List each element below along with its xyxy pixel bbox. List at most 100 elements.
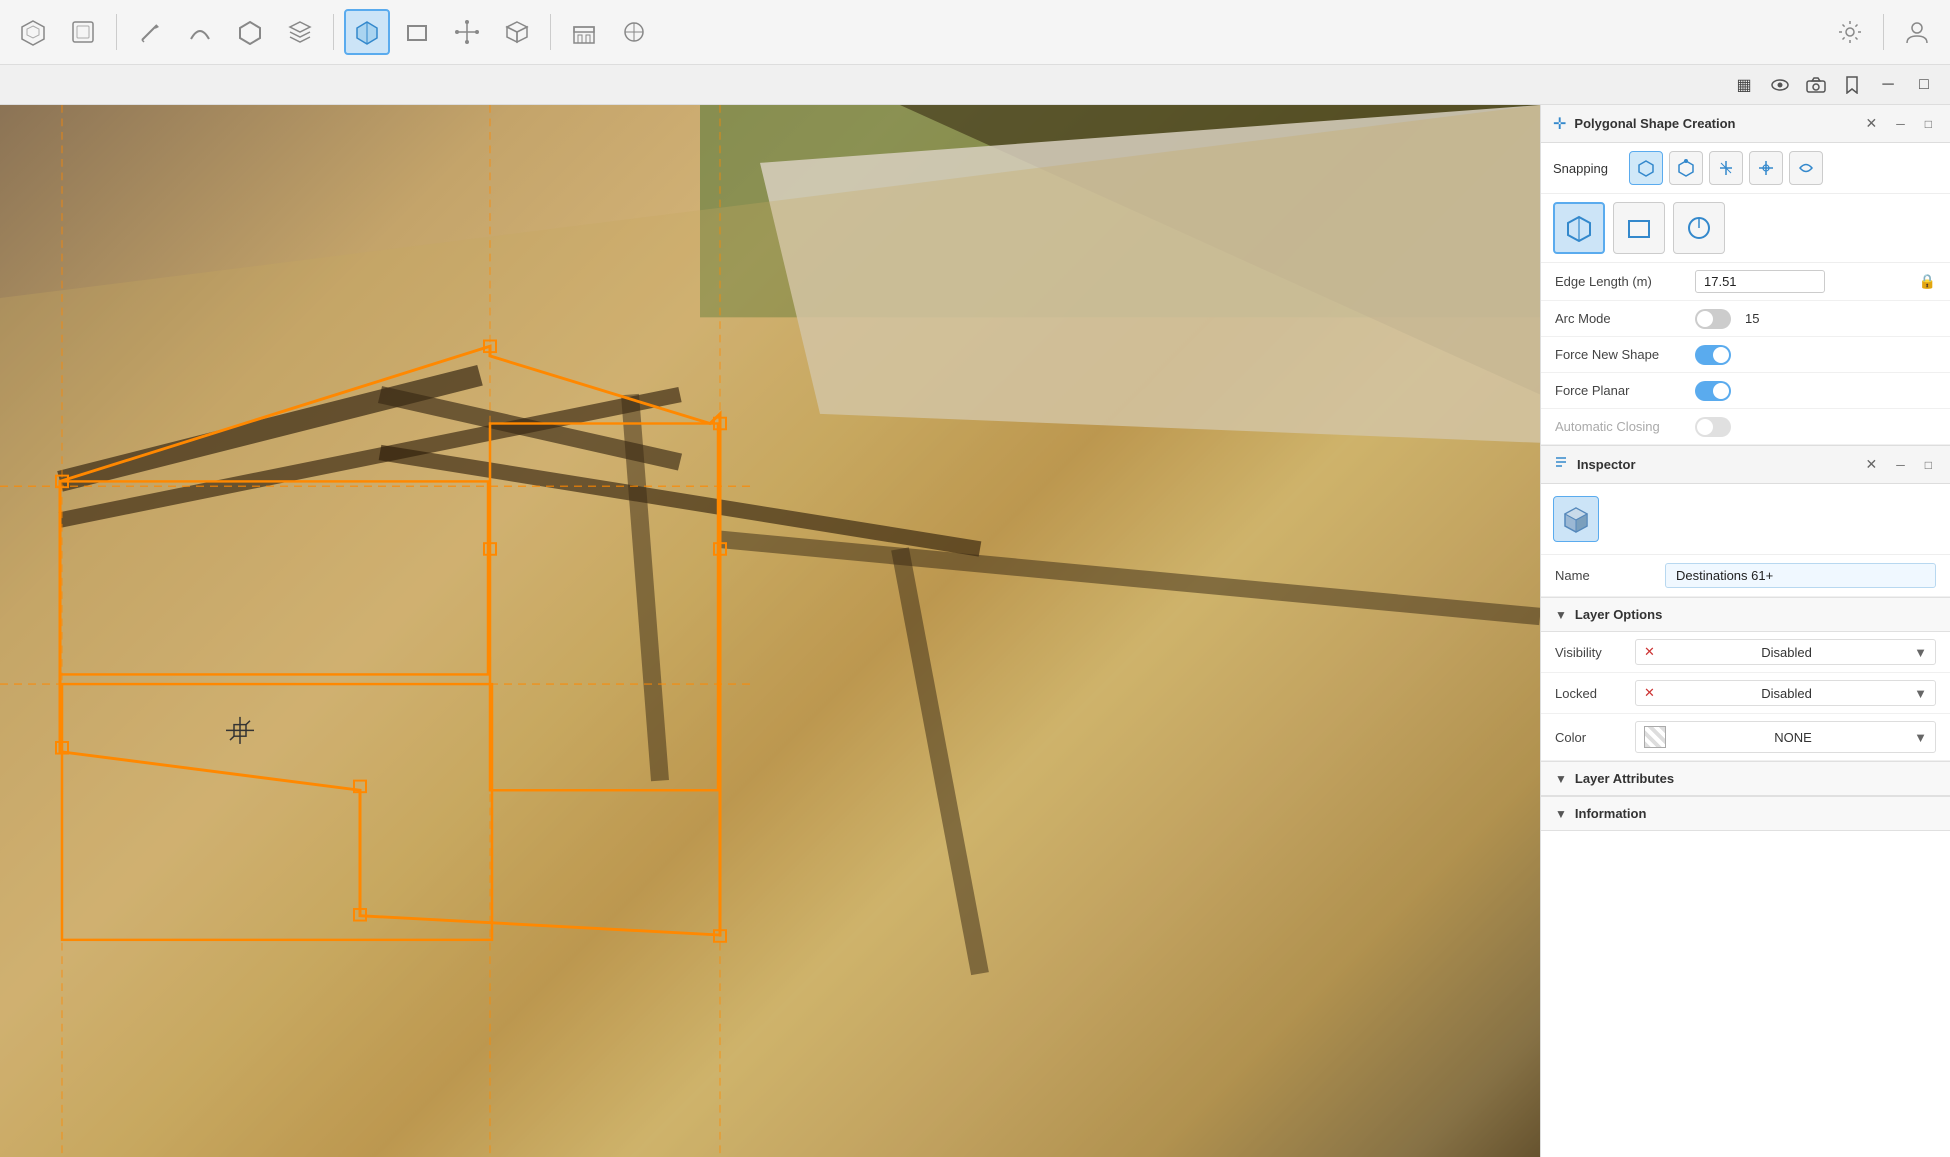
force-planar-toggle[interactable] <box>1695 381 1731 401</box>
name-label: Name <box>1555 568 1655 583</box>
color-swatch <box>1644 726 1666 748</box>
snap-edge-btn[interactable] <box>1669 151 1703 185</box>
locked-value-container: ✕ Disabled ▼ <box>1635 680 1936 706</box>
layer-options-title: Layer Options <box>1575 607 1936 622</box>
vb-stats[interactable]: ▦ <box>1730 71 1758 99</box>
toolbar-btn-user[interactable] <box>1894 9 1940 55</box>
name-value[interactable]: Destinations 61+ <box>1665 563 1936 588</box>
toolbar-btn-extrude[interactable] <box>494 9 540 55</box>
color-value-container: NONE ▼ <box>1635 721 1936 753</box>
force-new-shape-value-container <box>1695 345 1936 365</box>
shape-panel-maximize[interactable]: □ <box>1919 115 1938 133</box>
layer-attributes-title: Layer Attributes <box>1575 771 1936 786</box>
inspector-maximize[interactable]: □ <box>1919 456 1938 474</box>
force-planar-label: Force Planar <box>1555 383 1695 398</box>
snap-cross-btn[interactable] <box>1749 151 1783 185</box>
toolbar-sep-3 <box>550 14 551 50</box>
edge-length-lock-icon[interactable]: 🔒 <box>1919 273 1936 290</box>
visibility-dropdown-arrow: ▼ <box>1914 645 1927 660</box>
layer-options-collapse-arrow: ▼ <box>1555 608 1567 622</box>
shape-overlay-svg <box>0 105 1540 1157</box>
toolbar-btn-layers[interactable] <box>277 9 323 55</box>
locked-row: Locked ✕ Disabled ▼ <box>1541 673 1950 714</box>
locked-label: Locked <box>1555 686 1635 701</box>
snap-other-btn[interactable] <box>1789 151 1823 185</box>
edge-length-label: Edge Length (m) <box>1555 274 1695 289</box>
automatic-closing-toggle[interactable] <box>1695 417 1731 437</box>
main-area: ✛ Polygonal Shape Creation ✕ ─ □ Snappin… <box>0 105 1950 1157</box>
snap-vertex-btn[interactable] <box>1709 151 1743 185</box>
inspector-icon-row <box>1541 484 1950 555</box>
snap-surface-btn[interactable] <box>1629 151 1663 185</box>
edge-length-row: Edge Length (m) 🔒 <box>1541 263 1950 301</box>
inspector-minimize[interactable]: ─ <box>1890 456 1911 474</box>
information-title: Information <box>1575 806 1936 821</box>
vb-eye[interactable] <box>1766 71 1794 99</box>
main-toolbar <box>0 0 1950 65</box>
arc-mode-toggle[interactable] <box>1695 309 1731 329</box>
toolbar-btn-transform[interactable] <box>444 9 490 55</box>
drawing-modes-row <box>1541 194 1950 263</box>
toolbar-btn-polygon[interactable] <box>227 9 273 55</box>
force-planar-value-container <box>1695 381 1936 401</box>
toolbar-btn-arc[interactable] <box>177 9 223 55</box>
locked-dropdown[interactable]: ✕ Disabled ▼ <box>1635 680 1936 706</box>
draw-mode-circle-btn[interactable] <box>1673 202 1725 254</box>
vb-maximize[interactable]: □ <box>1910 71 1938 99</box>
automatic-closing-row: Automatic Closing <box>1541 409 1950 445</box>
vb-camera[interactable] <box>1802 71 1830 99</box>
visibility-x-icon: ✕ <box>1644 644 1655 660</box>
force-new-shape-label: Force New Shape <box>1555 347 1695 362</box>
toolbar-btn-building[interactable] <box>561 9 607 55</box>
arc-mode-row: Arc Mode 15 <box>1541 301 1950 337</box>
toolbar-sep-2 <box>333 14 334 50</box>
snapping-label: Snapping <box>1553 161 1623 176</box>
name-row: Name Destinations 61+ <box>1541 555 1950 597</box>
visibility-value-container: ✕ Disabled ▼ <box>1635 639 1936 665</box>
toolbar-btn-rectangle[interactable] <box>394 9 440 55</box>
locked-dropdown-arrow: ▼ <box>1914 686 1927 701</box>
toolbar-btn-pencil[interactable] <box>127 9 173 55</box>
inspector-close[interactable]: ✕ <box>1861 454 1883 475</box>
color-dropdown[interactable]: NONE ▼ <box>1635 721 1936 753</box>
layer-attributes-header[interactable]: ▼ Layer Attributes <box>1541 761 1950 796</box>
shape-creation-panel: ✛ Polygonal Shape Creation ✕ ─ □ Snappin… <box>1541 105 1950 446</box>
information-header[interactable]: ▼ Information <box>1541 796 1950 831</box>
snapping-row: Snapping <box>1541 143 1950 194</box>
toolbar-btn-tool2[interactable] <box>611 9 657 55</box>
shape-panel-icon: ✛ <box>1553 114 1566 134</box>
visibility-row: Visibility ✕ Disabled ▼ <box>1541 632 1950 673</box>
color-dropdown-arrow: ▼ <box>1914 730 1927 745</box>
arc-mode-label: Arc Mode <box>1555 311 1695 326</box>
draw-mode-rect-btn[interactable] <box>1613 202 1665 254</box>
inspector-icon <box>1553 454 1569 475</box>
inspector-panel: Inspector ✕ ─ □ Name Destinations 61+ <box>1541 446 1950 1157</box>
toolbar-sep-user <box>1883 14 1884 50</box>
color-row: Color NONE ▼ <box>1541 714 1950 761</box>
toolbar-btn-select-active[interactable] <box>344 9 390 55</box>
viewport[interactable] <box>0 105 1540 1157</box>
automatic-closing-value-container <box>1695 417 1936 437</box>
vb-bookmark[interactable] <box>1838 71 1866 99</box>
edge-length-value-container: 🔒 <box>1695 270 1936 293</box>
toolbar-btn-settings[interactable] <box>1827 9 1873 55</box>
shape-panel-minimize[interactable]: ─ <box>1890 115 1911 133</box>
visibility-dropdown[interactable]: ✕ Disabled ▼ <box>1635 639 1936 665</box>
shape-panel-close[interactable]: ✕ <box>1861 113 1883 134</box>
viewport-background <box>0 105 1540 1157</box>
viewport-bar: ▦ ─ □ <box>0 65 1950 105</box>
locked-x-icon: ✕ <box>1644 685 1655 701</box>
force-planar-row: Force Planar <box>1541 373 1950 409</box>
toolbar-sep-1 <box>116 14 117 50</box>
vb-minimize[interactable]: ─ <box>1874 71 1902 99</box>
edge-length-input[interactable] <box>1695 270 1825 293</box>
visibility-value: Disabled <box>1761 645 1812 660</box>
toolbar-btn-logo1[interactable] <box>10 9 56 55</box>
inspector-object-icon <box>1553 496 1599 542</box>
layer-options-header[interactable]: ▼ Layer Options <box>1541 597 1950 632</box>
toolbar-btn-logo2[interactable] <box>60 9 106 55</box>
color-label: Color <box>1555 730 1635 745</box>
arc-mode-value-container: 15 <box>1695 309 1936 329</box>
force-new-shape-toggle[interactable] <box>1695 345 1731 365</box>
draw-mode-polygon-btn[interactable] <box>1553 202 1605 254</box>
